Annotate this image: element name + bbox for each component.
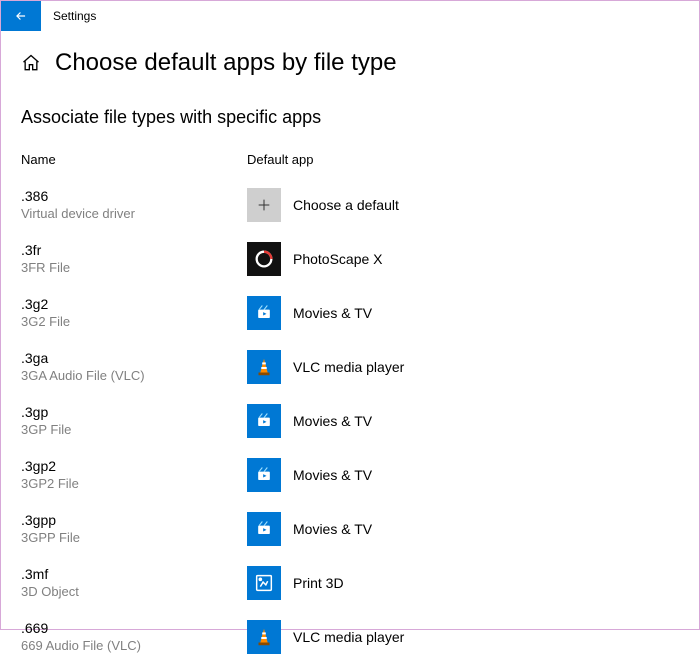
movies-tv-icon [247,512,281,546]
file-description: 669 Audio File (VLC) [21,638,237,654]
file-type-cell: .3ga3GA Audio File (VLC) [21,350,247,384]
file-type-row: .669669 Audio File (VLC) VLC media player [21,613,679,661]
default-app-button[interactable]: PhotoScape X [247,238,383,280]
file-extension: .386 [21,188,237,206]
file-description: 3D Object [21,584,237,600]
movies-tv-icon [247,296,281,330]
file-description: 3GPP File [21,530,237,546]
file-description: 3G2 File [21,314,237,330]
page-header: Choose default apps by file type [21,49,679,77]
app-name: Choose a default [293,197,399,213]
file-description: 3GP2 File [21,476,237,492]
titlebar: Settings [1,1,699,31]
app-name: PhotoScape X [293,251,383,267]
default-app-button[interactable]: VLC media player [247,616,404,658]
page-title: Choose default apps by file type [55,49,397,77]
file-description: Virtual device driver [21,206,237,222]
arrow-left-icon [14,9,28,23]
file-type-row: .3gp3GP File Movies & TV [21,397,679,445]
file-type-cell: .3g23G2 File [21,296,247,330]
file-type-cell: .386Virtual device driver [21,188,247,222]
app-name: VLC media player [293,359,404,375]
vlc-icon [247,620,281,654]
file-type-row: .3mf3D Object Print 3D [21,559,679,607]
file-extension: .3g2 [21,296,237,314]
file-extension: .3gpp [21,512,237,530]
file-extension: .3ga [21,350,237,368]
app-name: Movies & TV [293,305,372,321]
photoscape-icon [247,242,281,276]
home-icon[interactable] [21,53,41,73]
column-name: Name [21,152,247,167]
app-name: Movies & TV [293,467,372,483]
file-type-row: .3fr3FR File PhotoScape X [21,235,679,283]
file-type-row: .3gp23GP2 File Movies & TV [21,451,679,499]
default-app-button[interactable]: Print 3D [247,562,344,604]
movies-tv-icon [247,458,281,492]
back-button[interactable] [1,1,41,31]
file-description: 3GP File [21,422,237,438]
file-description: 3FR File [21,260,237,276]
default-app-button[interactable]: Movies & TV [247,292,372,334]
file-type-list: .386Virtual device driver Choose a defaul… [21,181,679,661]
movies-tv-icon [247,404,281,438]
content: Choose default apps by file type Associa… [1,31,699,661]
default-app-button[interactable]: VLC media player [247,346,404,388]
file-type-row: .3g23G2 File Movies & TV [21,289,679,337]
file-type-cell: .3mf3D Object [21,566,247,600]
file-extension: .3fr [21,242,237,260]
file-extension: .3gp2 [21,458,237,476]
default-app-button[interactable]: Movies & TV [247,508,372,550]
print3d-icon [247,566,281,600]
app-name: Movies & TV [293,413,372,429]
column-headers: Name Default app [21,152,679,167]
column-default-app: Default app [247,152,314,167]
file-extension: .3gp [21,404,237,422]
default-app-button[interactable]: Movies & TV [247,400,372,442]
app-name: Print 3D [293,575,344,591]
file-type-row: .3ga3GA Audio File (VLC) VLC media player [21,343,679,391]
file-type-cell: .3gpp3GPP File [21,512,247,546]
default-app-button[interactable]: Movies & TV [247,454,372,496]
vlc-icon [247,350,281,384]
page-subtitle: Associate file types with specific apps [21,107,679,128]
file-type-cell: .3gp23GP2 File [21,458,247,492]
file-extension: .669 [21,620,237,638]
file-extension: .3mf [21,566,237,584]
file-type-cell: .669669 Audio File (VLC) [21,620,247,654]
default-app-button[interactable]: Choose a default [247,184,399,226]
plus-icon [247,188,281,222]
window-title: Settings [41,9,96,23]
file-type-cell: .3gp3GP File [21,404,247,438]
file-type-row: .386Virtual device driver Choose a defaul… [21,181,679,229]
file-type-row: .3gpp3GPP File Movies & TV [21,505,679,553]
app-name: Movies & TV [293,521,372,537]
file-description: 3GA Audio File (VLC) [21,368,237,384]
file-type-cell: .3fr3FR File [21,242,247,276]
app-name: VLC media player [293,629,404,645]
